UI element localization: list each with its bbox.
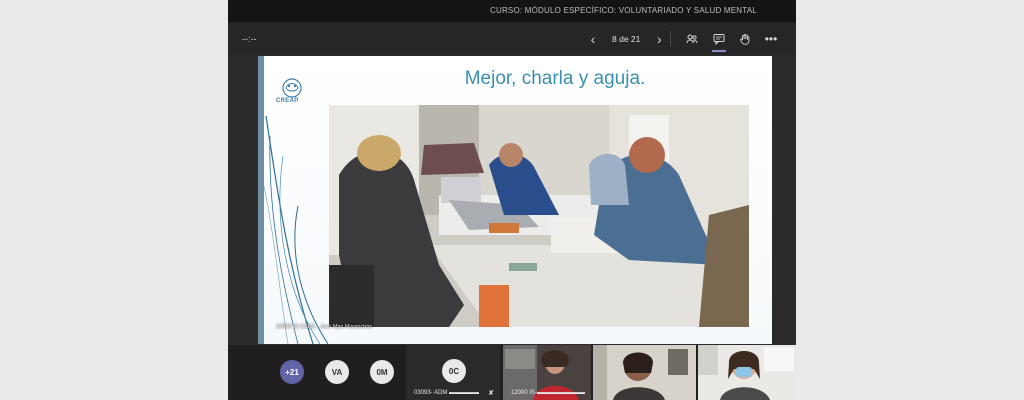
photo-caption: 12000 IS-CSBS - José Mas Moranchós [276, 324, 372, 330]
logo-text: CREAP [276, 98, 299, 104]
participant-avatar-va[interactable]: VA [325, 360, 349, 384]
title-bar: CURSO: MÓDULO ESPECÍFICO: VOLUNTARIADO Y… [228, 0, 796, 22]
participant-video-tile[interactable] [593, 345, 696, 400]
participant-name: 12000 IS-▬▬▬▬▬▬▬▬ [511, 390, 586, 396]
participant-video-tile[interactable] [698, 345, 796, 400]
slide-pager: ‹ 8 de 21 › [584, 29, 668, 49]
participant-video [593, 345, 696, 400]
participant-video-tile[interactable]: 12000 IS-▬▬▬▬▬▬▬▬ [503, 345, 591, 400]
mic-icon: ✘ [488, 390, 494, 397]
participant-video [698, 345, 796, 400]
chevron-left-icon[interactable]: ‹ [584, 30, 602, 48]
slide-title: Mejor, charla y aguja. [464, 68, 646, 89]
slide-counter: 8 de 21 [612, 34, 641, 44]
window-title: CURSO: MÓDULO ESPECÍFICO: VOLUNTARIADO Y… [490, 6, 757, 15]
chat-icon[interactable] [710, 30, 728, 52]
participants-strip: +21 VA 0M 0C 03093- ADM ▬▬▬▬▬ ✘ 12000 IS… [228, 345, 796, 400]
participant-avatar-0m[interactable]: 0M [370, 360, 394, 384]
participant-name: 03093- ADM ▬▬▬▬▬ [414, 390, 480, 396]
meeting-timer: --:-- [242, 34, 257, 44]
presentation-slide: CREAP Mejor, charla y aguja. 12000 IS-CS… [258, 56, 772, 344]
workshop-photo [329, 105, 749, 327]
shared-content-stage: CREAP Mejor, charla y aguja. 12000 IS-CS… [228, 55, 796, 345]
people-icon[interactable] [683, 30, 701, 48]
meeting-toolbar: --:-- ‹ 8 de 21 › ••• [228, 22, 796, 55]
toolbar-divider [670, 31, 671, 47]
participant-overflow-badge[interactable]: +21 [280, 360, 304, 384]
participant-tile[interactable]: 0C 03093- ADM ▬▬▬▬▬ ✘ [406, 345, 500, 400]
participant-avatar-0c: 0C [442, 359, 466, 383]
chevron-right-icon[interactable]: › [650, 30, 668, 48]
raise-hand-icon[interactable] [736, 30, 754, 48]
meeting-window: CURSO: MÓDULO ESPECÍFICO: VOLUNTARIADO Y… [228, 0, 796, 400]
more-icon[interactable]: ••• [762, 30, 780, 48]
